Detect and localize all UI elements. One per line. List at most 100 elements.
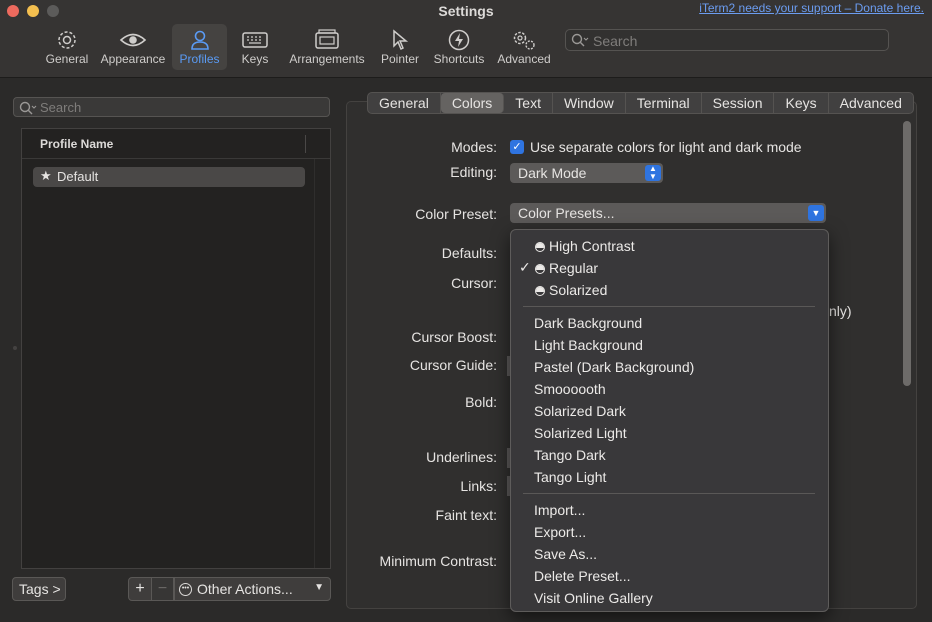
person-icon	[190, 30, 209, 50]
toolbar-pointer[interactable]: Pointer	[378, 24, 422, 70]
profile-name: Default	[57, 169, 99, 184]
toolbar-label: Advanced	[497, 52, 551, 66]
toolbar-shortcuts[interactable]: Shortcuts	[432, 24, 486, 70]
toolbar-advanced[interactable]: Advanced	[496, 24, 552, 70]
tab-general[interactable]: General	[368, 93, 441, 113]
menu-item-label: Dark Background	[534, 315, 643, 331]
bold-label: Bold:	[465, 394, 497, 410]
eye-icon	[119, 33, 147, 47]
donate-link[interactable]: iTerm2 needs your support – Donate here.	[699, 1, 924, 15]
settings-search-input[interactable]: Search	[565, 29, 889, 51]
menu-item-preset[interactable]: Solarized Light	[511, 422, 828, 444]
menu-item-label: Tango Light	[534, 469, 607, 485]
menu-item-label: Regular	[549, 260, 599, 276]
color-preset-label: Color Preset:	[415, 206, 497, 222]
menu-item-preset[interactable]: Smoooooth	[511, 378, 828, 400]
other-actions-label: Other Actions...	[197, 581, 293, 597]
keyboard-icon	[242, 32, 268, 48]
separate-colors-checkbox[interactable]: ✓	[510, 140, 524, 154]
menu-item-label: Smoooooth	[534, 381, 606, 397]
menu-item-import[interactable]: Import...	[511, 499, 828, 521]
add-profile-button[interactable]: +	[128, 577, 152, 601]
gears-icon	[513, 31, 535, 50]
profile-table-header[interactable]: Profile Name	[22, 129, 330, 159]
half-circle-icon	[535, 286, 545, 296]
pointer-icon	[393, 29, 409, 51]
scrollbar-thumb[interactable]	[903, 121, 911, 386]
minimum-contrast-label: Minimum Contrast:	[379, 553, 497, 569]
menu-item-preset[interactable]: Light Background	[511, 334, 828, 356]
tab-advanced[interactable]: Advanced	[829, 93, 913, 113]
half-circle-icon	[535, 264, 545, 274]
gear-icon	[58, 31, 76, 49]
menu-item-label: Visit Online Gallery	[534, 590, 653, 606]
menu-item-preset[interactable]: Tango Dark	[511, 444, 828, 466]
menu-item-preset[interactable]: Pastel (Dark Background)	[511, 356, 828, 378]
tab-colors[interactable]: Colors	[440, 93, 505, 113]
star-icon: ★	[40, 168, 52, 183]
menu-item-label: Tango Dark	[534, 447, 606, 463]
faint-text-label: Faint text:	[435, 507, 497, 523]
title-bar: Settings iTerm2 needs your support – Don…	[0, 0, 932, 78]
menu-item-solarized[interactable]: Solarized	[511, 279, 828, 301]
chevron-down-icon: ▼	[808, 205, 824, 221]
tab-terminal[interactable]: Terminal	[626, 93, 702, 113]
menu-item-regular[interactable]: ✓ Regular	[511, 257, 828, 279]
search-placeholder: Search	[593, 33, 638, 49]
column-header-profile-name: Profile Name	[40, 137, 114, 151]
profile-table: Profile Name ★ Default	[21, 128, 331, 569]
menu-separator	[523, 493, 815, 494]
tab-window[interactable]: Window	[553, 93, 626, 113]
menu-item-label: Import...	[534, 502, 586, 518]
color-preset-value: Color Presets...	[518, 205, 615, 221]
remove-profile-button[interactable]: −	[152, 577, 174, 601]
bolt-icon	[448, 29, 470, 51]
menu-item-export[interactable]: Export...	[511, 521, 828, 543]
toolbar-label: Pointer	[380, 52, 420, 66]
menu-item-label: Export...	[534, 524, 587, 540]
half-circle-icon	[535, 242, 545, 252]
menu-item-delete-preset[interactable]: Delete Preset...	[511, 565, 828, 587]
editing-mode-value: Dark Mode	[518, 165, 587, 181]
tags-button[interactable]: Tags >	[12, 577, 66, 601]
split-handle[interactable]	[13, 346, 17, 350]
menu-item-label: Solarized	[549, 282, 608, 298]
search-icon	[571, 33, 589, 47]
other-actions-button[interactable]: ••• Other Actions... ▼	[174, 577, 331, 601]
menu-item-label: Solarized Dark	[534, 403, 626, 419]
menu-item-save-as[interactable]: Save As...	[511, 543, 828, 565]
defaults-label: Defaults:	[441, 245, 497, 261]
menu-item-preset[interactable]: Tango Light	[511, 466, 828, 488]
color-preset-select[interactable]: Color Presets... ▼	[510, 203, 826, 223]
menu-item-preset[interactable]: Solarized Dark	[511, 400, 828, 422]
menu-item-high-contrast[interactable]: High Contrast	[511, 235, 828, 257]
toolbar-label: Profiles	[179, 52, 220, 66]
toolbar-appearance[interactable]: Appearance	[100, 24, 166, 70]
menu-item-label: Delete Preset...	[534, 568, 631, 584]
menu-item-label: Solarized Light	[534, 425, 627, 441]
tab-session[interactable]: Session	[702, 93, 775, 113]
up-down-chevron-icon: ▲ ▼	[645, 165, 661, 181]
toolbar-profiles[interactable]: Profiles	[172, 24, 227, 70]
menu-item-visit-gallery[interactable]: Visit Online Gallery	[511, 587, 828, 609]
toolbar-arrangements[interactable]: Arrangements	[286, 24, 368, 70]
editing-mode-select[interactable]: Dark Mode ▲ ▼	[510, 163, 663, 183]
cursor-guide-label: Cursor Guide:	[409, 357, 497, 373]
menu-item-label: Light Background	[534, 337, 643, 353]
editing-label: Editing:	[450, 164, 497, 180]
toolbar-general[interactable]: General	[42, 24, 92, 70]
profile-row-default[interactable]: ★ Default	[33, 167, 305, 187]
separate-colors-label[interactable]: Use separate colors for light and dark m…	[530, 139, 802, 155]
menu-item-preset[interactable]: Dark Background	[511, 312, 828, 334]
window-stack-icon	[315, 29, 339, 49]
menu-item-label: Pastel (Dark Background)	[534, 359, 695, 375]
tab-keys[interactable]: Keys	[774, 93, 829, 113]
chevron-down-icon: ▼	[314, 582, 324, 593]
toolbar-keys[interactable]: Keys	[236, 24, 274, 70]
toolbar-label: General	[45, 52, 89, 66]
menu-item-label: High Contrast	[549, 238, 635, 254]
profile-tabs: General Colors Text Window Terminal Sess…	[367, 92, 914, 114]
checkmark-icon: ✓	[519, 259, 531, 275]
profile-search-input[interactable]: Search	[13, 97, 330, 117]
tab-text[interactable]: Text	[504, 93, 553, 113]
